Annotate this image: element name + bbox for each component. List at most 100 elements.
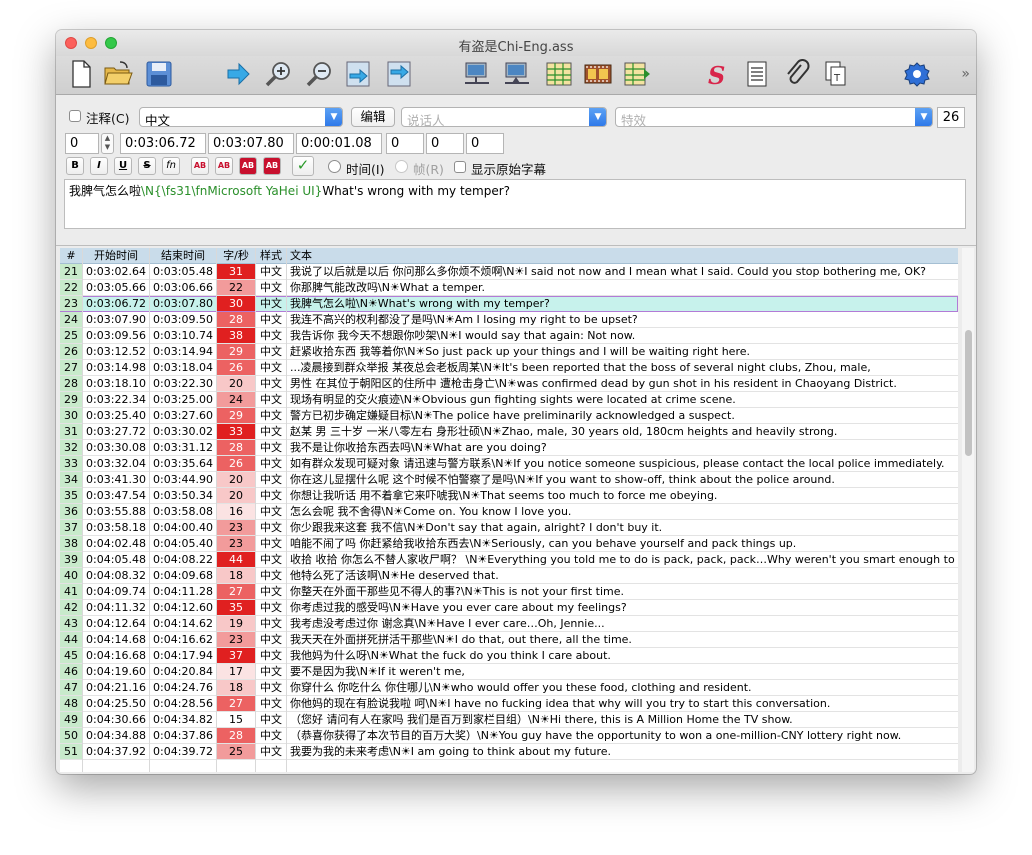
layer-stepper[interactable]: ▲ ▼ — [101, 133, 114, 154]
table-row[interactable]: 31 0:03:27.72 0:03:30.02 33 中文 赵某 男 三十岁 一米八零左… — [60, 424, 958, 440]
table-row[interactable]: 25 0:03:09.56 0:03:10.74 38 中文 我告诉你 我今天不想跟你吵架… — [60, 328, 958, 344]
table-row[interactable]: 27 0:03:14.98 0:03:18.04 26 中文 ...凌晨接到群众举报 某夜… — [60, 360, 958, 376]
jump-end-icon[interactable] — [384, 59, 414, 89]
secondary-color-button[interactable]: AB — [215, 157, 233, 175]
open-folder-icon[interactable] — [103, 59, 133, 89]
subtitle-text-editor[interactable]: 我脾气怎么啦\N{\fs31\fnMicrosoft YaHei UI}What… — [64, 179, 966, 229]
fonts-icon[interactable]: T — [822, 59, 852, 89]
layer-field[interactable]: 0 — [65, 133, 99, 154]
style-select[interactable]: 中文 ▼ — [139, 107, 343, 127]
table-row[interactable]: 36 0:03:55.88 0:03:58.08 16 中文 怎么会呢 我不舍得\N☀Co… — [60, 504, 958, 520]
table-row[interactable]: 22 0:03:05.66 0:03:06.66 22 中文 你那脾气能改改吗\N☀Wha… — [60, 280, 958, 296]
outline-color-button[interactable]: AB — [239, 157, 257, 175]
end-time-field[interactable]: 0:03:07.80 — [208, 133, 294, 154]
row-cps: 15 — [217, 712, 255, 727]
table-row[interactable]: 26 0:03:12.52 0:03:14.94 29 中文 赶紧收拾东西 我等着你\N☀… — [60, 344, 958, 360]
row-start-time: 0:03:47.54 — [86, 489, 146, 502]
style-icon[interactable]: S — [701, 59, 731, 90]
table-row[interactable]: 37 0:03:58.18 0:04:00.40 23 中文 你少跟我来这套 我不信\N☀… — [60, 520, 958, 536]
zoom-out-icon[interactable] — [305, 59, 335, 89]
primary-color-button[interactable]: AB — [191, 157, 209, 175]
table-row[interactable]: 42 0:04:11.32 0:04:12.60 35 中文 你考虑过我的感受吗\N☀Ha… — [60, 600, 958, 616]
frame-radio[interactable] — [395, 160, 408, 173]
row-number: 25 — [60, 328, 82, 343]
grid-icon[interactable] — [544, 59, 574, 89]
show-original-checkbox[interactable] — [454, 161, 466, 173]
header-end[interactable]: 结束时间 — [150, 248, 216, 263]
start-time-field[interactable]: 0:03:06.72 — [120, 133, 206, 154]
video-frame-start-icon[interactable] — [462, 59, 492, 89]
row-start-time: 0:03:41.30 — [86, 473, 146, 486]
row-end-time: 0:03:05.48 — [153, 265, 213, 278]
margin-vertical-field[interactable]: 0 — [466, 133, 504, 154]
underline-button[interactable]: U — [114, 157, 132, 175]
header-style[interactable]: 样式 — [256, 248, 286, 263]
properties-icon[interactable] — [742, 59, 772, 89]
strikeout-button[interactable]: S — [138, 157, 156, 175]
time-radio[interactable] — [328, 160, 341, 173]
row-cps: 23 — [217, 520, 255, 535]
comment-checkbox[interactable] — [69, 110, 81, 122]
row-number: 21 — [60, 264, 82, 279]
table-row[interactable]: 35 0:03:47.54 0:03:50.34 20 中文 你想让我听话 用不着拿它来吓… — [60, 488, 958, 504]
effect-select[interactable]: 特效 ▼ — [615, 107, 933, 127]
table-row[interactable]: 39 0:04:05.48 0:04:08.22 44 中文 收拾 收拾 你怎么不替人家收… — [60, 552, 958, 568]
italic-button[interactable]: I — [90, 157, 108, 175]
font-button[interactable]: fn — [162, 157, 180, 175]
row-cps: 20 — [217, 376, 255, 391]
row-start-time: 0:04:21.16 — [86, 681, 146, 694]
row-number: 34 — [60, 472, 82, 487]
table-row[interactable]: 29 0:03:22.34 0:03:25.00 24 中文 现场有明显的交火痕迹\N☀O… — [60, 392, 958, 408]
table-row[interactable]: 48 0:04:25.50 0:04:28.56 27 中文 你他妈的现在有脸说我啦 呵\… — [60, 696, 958, 712]
header-num[interactable]: # — [60, 248, 82, 263]
table-row[interactable]: 21 0:03:02.64 0:03:05.48 31 中文 我说了以后就是以后 你问那么… — [60, 264, 958, 280]
table-row[interactable]: 33 0:03:32.04 0:03:35.64 26 中文 如有群众发现可疑对象 请迅速… — [60, 456, 958, 472]
commit-check-icon[interactable]: ✓ — [292, 156, 314, 176]
bold-button[interactable]: B — [66, 157, 84, 175]
table-row[interactable]: 40 0:04:08.32 0:04:09.68 18 中文 他特么死了活该啊\N☀He … — [60, 568, 958, 584]
table-row[interactable]: 30 0:03:25.40 0:03:27.60 29 中文 警方已初步确定嫌疑目标\N☀… — [60, 408, 958, 424]
table-row[interactable]: 34 0:03:41.30 0:03:44.90 20 中文 你在这儿显摆什么呢 这个时候… — [60, 472, 958, 488]
table-row[interactable]: 43 0:04:12.64 0:04:14.62 19 中文 我考虑没考虑过你 谢念真\N… — [60, 616, 958, 632]
svg-text:S: S — [708, 61, 725, 89]
jump-arrow-icon[interactable] — [223, 59, 253, 89]
toolbar-overflow-icon[interactable]: » — [961, 66, 970, 82]
film-icon[interactable] — [583, 59, 613, 89]
table-row[interactable]: 23 0:03:06.72 0:03:07.80 30 中文 我脾气怎么啦\N☀What'… — [60, 296, 958, 312]
table-row[interactable]: 44 0:04:14.68 0:04:16.62 23 中文 我天天在外面拼死拼活干那些\… — [60, 632, 958, 648]
table-row[interactable]: 46 0:04:19.60 0:04:20.84 17 中文 要不是因为我\N☀If it… — [60, 664, 958, 680]
scrollbar-thumb[interactable] — [965, 330, 972, 456]
video-frame-end-icon[interactable] — [502, 59, 532, 89]
actor-select[interactable]: 说话人 ▼ — [401, 107, 607, 127]
margin-right-field[interactable]: 0 — [426, 133, 464, 154]
zoom-in-icon[interactable] — [264, 59, 294, 89]
table-row[interactable]: 50 0:04:34.88 0:04:37.86 28 中文 （恭喜你获得了本次节目的百万… — [60, 728, 958, 744]
table-row[interactable]: 28 0:03:18.10 0:03:22.30 20 中文 男性 在其位于朝阳区的住所中… — [60, 376, 958, 392]
header-text[interactable]: 文本 — [290, 248, 312, 263]
margin-left-field[interactable]: 0 — [386, 133, 424, 154]
grid-scrollbar[interactable] — [962, 248, 974, 772]
save-icon[interactable] — [144, 59, 174, 89]
duration-field[interactable]: 0:00:01.08 — [296, 133, 382, 154]
table-row[interactable]: 32 0:03:30.08 0:03:31.12 28 中文 我不是让你收拾东西去吗\N☀… — [60, 440, 958, 456]
row-style: 中文 — [260, 441, 282, 454]
new-file-icon[interactable] — [66, 59, 96, 89]
table-row[interactable]: 47 0:04:21.16 0:04:24.76 18 中文 你穿什么 你吃什么 你住哪儿… — [60, 680, 958, 696]
header-start[interactable]: 开始时间 — [83, 248, 149, 263]
row-cps: 29 — [217, 408, 255, 423]
table-row[interactable]: 51 0:04:37.92 0:04:39.72 25 中文 我要为我的未来考虑\N☀I … — [60, 744, 958, 760]
row-number: 48 — [60, 696, 82, 711]
table-row[interactable]: 24 0:03:07.90 0:03:09.50 28 中文 我连不高兴的权利都没了是吗\… — [60, 312, 958, 328]
shadow-color-button[interactable]: AB — [263, 157, 281, 175]
options-icon[interactable] — [902, 59, 932, 89]
row-end-time: 0:04:34.82 — [153, 713, 213, 726]
header-cps[interactable]: 字/秒 — [217, 248, 255, 263]
attachment-icon[interactable] — [782, 59, 812, 89]
table-row[interactable]: 41 0:04:09.74 0:04:11.28 27 中文 你整天在外面干那些见不得人的… — [60, 584, 958, 600]
edit-style-button[interactable]: 编辑 — [351, 107, 395, 127]
grid-arrow-icon[interactable] — [622, 59, 652, 89]
table-row[interactable]: 45 0:04:16.68 0:04:17.94 37 中文 我他妈为什么呀\N☀What… — [60, 648, 958, 664]
jump-start-icon[interactable] — [343, 59, 373, 89]
table-row[interactable]: 49 0:04:30.66 0:04:34.82 15 中文 （您好 请问有人在家吗 我们… — [60, 712, 958, 728]
table-row[interactable]: 38 0:04:02.48 0:04:05.40 23 中文 咱能不闹了吗 你赶紧给我收拾… — [60, 536, 958, 552]
